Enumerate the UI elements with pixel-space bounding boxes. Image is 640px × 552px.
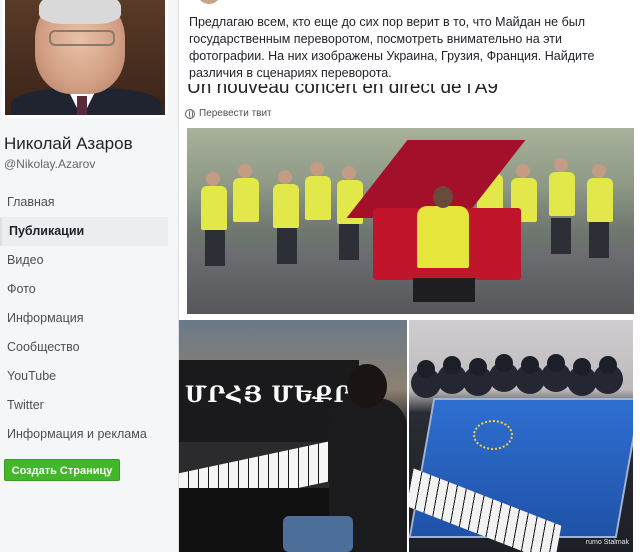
create-page-button[interactable]: Создать Страницу xyxy=(4,459,120,481)
avatar-hair xyxy=(39,0,121,24)
photo-france-protest-piano[interactable] xyxy=(187,128,634,314)
globe-icon xyxy=(185,108,195,119)
nav-item-youtube[interactable]: YouTube xyxy=(0,362,168,391)
pianist-in-vest xyxy=(417,186,469,268)
riot-police-helmet xyxy=(443,356,461,374)
nav-item-info-and-ads[interactable]: Информация и реклама xyxy=(0,420,168,449)
post-card: Предлагаю всем, кто еще до сих пор верит… xyxy=(178,0,640,552)
protester-legs xyxy=(589,222,609,258)
embedded-tweet-heading-text: Un nouveau concert en direct de l'A9 xyxy=(187,84,498,98)
translate-tweet-label: Перевести твит xyxy=(199,108,272,119)
pianist-head xyxy=(347,364,387,408)
profile-handle[interactable]: @Nikolay.Azarov xyxy=(4,157,95,171)
riot-police-helmet xyxy=(495,354,513,372)
profile-avatar[interactable] xyxy=(2,0,168,118)
nav-item-home[interactable]: Главная xyxy=(0,188,168,217)
post-text: Предлагаю всем, кто еще до сих пор верит… xyxy=(189,15,595,80)
protester-vest xyxy=(549,158,575,216)
protester-vest xyxy=(233,164,259,222)
embedded-tweet-heading: Un nouveau concert en direct de l'A9 xyxy=(187,84,617,102)
sidebar-nav: Главная Публикации Видео Фото Информация… xyxy=(0,188,168,449)
riot-police-helmet xyxy=(547,354,565,372)
avatar-tie xyxy=(77,96,87,115)
post-author-avatar[interactable] xyxy=(197,0,221,4)
nav-item-twitter[interactable]: Twitter xyxy=(0,391,168,420)
nav-item-videos[interactable]: Видео xyxy=(0,246,168,275)
pianist-jeans xyxy=(283,516,353,552)
protester-vest xyxy=(273,170,299,228)
protester-legs xyxy=(277,228,297,264)
photo-ukraine-piano[interactable]: rumo Stalmak xyxy=(409,320,633,552)
protester-legs xyxy=(339,224,359,260)
nav-item-posts[interactable]: Публикации xyxy=(0,217,168,246)
protester-vest xyxy=(587,164,613,222)
riot-police-helmet xyxy=(469,358,487,376)
photo-credit: rumo Stalmak xyxy=(585,539,629,546)
riot-police-helmet xyxy=(417,360,435,378)
facebook-page: Николай Азаров @Nikolay.Azarov Главная П… xyxy=(0,0,640,552)
profile-name[interactable]: Николай Азаров xyxy=(4,134,133,154)
riot-police-helmet xyxy=(573,358,591,376)
protester-legs xyxy=(551,218,571,254)
protester-vest xyxy=(201,172,227,230)
eu-stars-emblem xyxy=(473,420,513,450)
nav-item-about[interactable]: Информация xyxy=(0,304,168,333)
nav-item-community[interactable]: Сообщество xyxy=(0,333,168,362)
protester-vest xyxy=(305,162,331,220)
protester-legs xyxy=(205,230,225,266)
riot-police-helmet xyxy=(599,356,617,374)
translate-tweet-link[interactable]: Перевести твит xyxy=(185,108,272,119)
left-sidebar: Николай Азаров @Nikolay.Azarov Главная П… xyxy=(0,0,172,552)
nav-item-photos[interactable]: Фото xyxy=(0,275,168,304)
riot-police-helmet xyxy=(521,356,539,374)
photo-georgia-piano[interactable]: ՄՐՀՅ ՄԵՔՐԼ xyxy=(179,320,407,552)
piano-bench xyxy=(413,278,475,302)
avatar-glasses xyxy=(49,30,115,46)
